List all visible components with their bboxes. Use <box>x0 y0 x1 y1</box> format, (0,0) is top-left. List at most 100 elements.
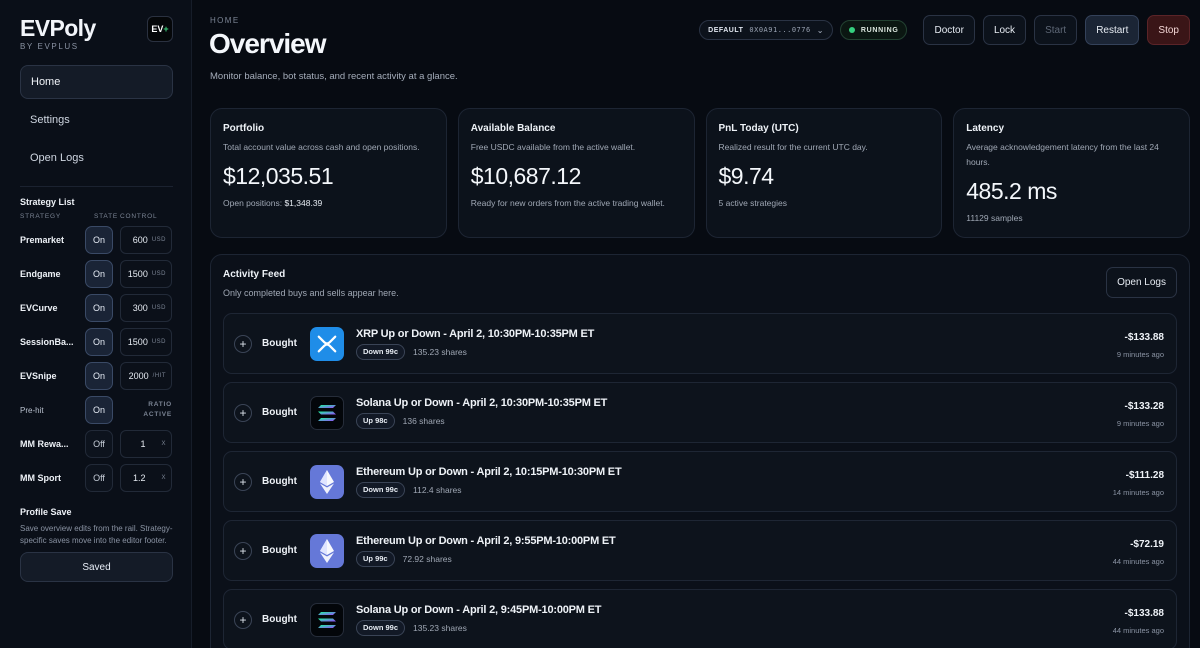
trade-meta: Down 99c 112.4 shares <box>356 481 621 498</box>
brand: EVPoly BY EVPLUS EV + <box>20 14 173 58</box>
trade-amount: -$72.19 <box>1130 539 1164 550</box>
col-strategy: STRATEGY <box>20 213 61 220</box>
strategy-toggle[interactable]: Off <box>85 464 113 492</box>
lock-button[interactable]: Lock <box>982 15 1027 45</box>
strategy-amount-input[interactable]: 1500 USD <box>120 328 172 356</box>
strategy-toggle[interactable]: On <box>85 362 113 390</box>
feed-subtitle: Only completed buys and sells appear her… <box>223 288 399 298</box>
trade-time: 44 minutes ago <box>1112 626 1164 635</box>
expand-plus-icon[interactable]: + <box>234 403 252 422</box>
ratio-active-label: RATIO ACTIVE <box>143 401 172 418</box>
strategy-toggle[interactable]: On <box>85 260 113 288</box>
strategy-toggle[interactable]: On <box>85 294 113 322</box>
doctor-button[interactable]: Doctor <box>923 15 975 45</box>
trade-action: Bought <box>262 407 297 418</box>
nav-item-open-logs[interactable]: Open Logs <box>20 141 173 175</box>
restart-button[interactable]: Restart <box>1085 15 1140 45</box>
card-description: Realized result for the current UTC day. <box>718 142 868 152</box>
strategy-toggle[interactable]: Off <box>85 430 113 458</box>
strategy-multiplier-input[interactable]: 1X <box>120 430 172 458</box>
trade-time: 9 minutes ago <box>1116 419 1164 428</box>
strategy-amount-input[interactable]: 300 USD <box>120 294 172 322</box>
nav-item-settings[interactable]: Settings <box>20 103 173 137</box>
strategy-amount-value: 600 <box>132 235 148 245</box>
nav-item-home[interactable]: Home <box>20 65 173 99</box>
brand-logo: EV + <box>147 16 173 42</box>
strategy-row-evcurve: EVCurve On 300 USD <box>20 291 173 325</box>
strategy-name: MM Sport <box>20 473 61 483</box>
trade-meta: Up 99c 72.92 shares <box>356 550 616 567</box>
feed-item[interactable]: + Bought Solana Up or Down - April 2, 10… <box>223 382 1177 443</box>
strategy-row-sessionbalance: SessionBa... On 1500 USD <box>20 325 173 359</box>
card-description: Total account value across cash and open… <box>223 142 420 152</box>
card-title: Available Balance <box>470 123 556 134</box>
trade-info: Solana Up or Down - April 2, 9:45PM-10:0… <box>356 604 601 636</box>
shares-count: 112.4 shares <box>413 484 462 495</box>
brand-subtitle: BY EVPLUS <box>20 42 79 51</box>
expand-plus-icon[interactable]: + <box>234 541 252 560</box>
profile-selector[interactable]: DEFAULT 0X0A91...0776 ⌄ <box>699 20 833 40</box>
stop-button[interactable]: Stop <box>1147 15 1190 45</box>
expand-plus-icon[interactable]: + <box>234 610 252 629</box>
strategy-row-endgame: Endgame On 1500 USD <box>20 257 173 291</box>
open-logs-button[interactable]: Open Logs <box>1106 267 1177 298</box>
strategy-multiplier-value: 1.2 <box>132 473 146 483</box>
expand-plus-icon[interactable]: + <box>234 472 252 491</box>
brand-logo-text: EV <box>151 24 164 34</box>
trade-meta: Up 98c 136 shares <box>356 412 607 429</box>
strategy-amount-unit: /HIT <box>152 373 166 379</box>
status-text: RUNNING <box>860 26 899 34</box>
market-title: Ethereum Up or Down - April 2, 10:15PM-1… <box>356 465 622 478</box>
balance-value: $10,687.12 <box>470 163 582 189</box>
side-badge: Down 99c <box>356 481 406 498</box>
side-badge: Up 99c <box>356 550 395 567</box>
strategy-amount-input[interactable]: 2000/HIT <box>120 362 172 390</box>
strategy-multiplier-input[interactable]: 1.2 X <box>120 464 172 492</box>
strategy-row-premarket: Premarket On 600 USD <box>20 223 173 257</box>
card-footnote: 11129 samples <box>966 213 1023 223</box>
strategy-name: SessionBa... <box>20 337 74 347</box>
market-title: Solana Up or Down - April 2, 10:30PM-10:… <box>356 396 608 409</box>
strategy-amount-input[interactable]: 600 USD <box>120 226 172 254</box>
start-button[interactable]: Start <box>1034 15 1078 45</box>
summary-cards: Portfolio Total account value across cas… <box>210 108 1190 238</box>
col-state: STATE <box>94 213 118 220</box>
breadcrumb: HOME <box>210 16 240 25</box>
strategy-amount-value: 1500 <box>127 337 148 347</box>
solana-icon <box>310 602 344 637</box>
feed-item[interactable]: + Bought Solana Up or Down - April 2, 9:… <box>223 589 1177 648</box>
available-balance-card: Available Balance Free USDC available fr… <box>457 108 695 238</box>
saved-button[interactable]: Saved <box>20 552 173 582</box>
feed-title: Activity Feed <box>223 269 286 280</box>
activity-feed: Activity Feed Only completed buys and se… <box>210 254 1190 648</box>
feed-item[interactable]: + Bought Ethereum Up or Down - April 2, … <box>223 451 1177 512</box>
strategy-toggle[interactable]: On <box>85 328 113 356</box>
profile-save-description: Save overview edits from the rail. Strat… <box>20 524 173 545</box>
feed-item[interactable]: + Bought Ethereum Up or Down - April 2, … <box>223 520 1177 581</box>
strategy-amount-unit: USD <box>151 237 166 243</box>
trade-info: Ethereum Up or Down - April 2, 9:55PM-10… <box>356 535 616 567</box>
strategy-amount-input[interactable]: 1500 USD <box>120 260 172 288</box>
card-footnote: 5 active strategies <box>718 198 788 208</box>
strategy-name: Endgame <box>20 269 61 279</box>
strategy-amount-unit: USD <box>151 305 166 311</box>
trade-amount: -$133.28 <box>1124 401 1164 412</box>
strategy-row-evsnipe: EVSnipe On 2000/HIT <box>20 359 173 393</box>
strategy-name: MM Rewa... <box>20 439 69 449</box>
pnl-value: $9.74 <box>718 163 775 189</box>
open-positions-label: Open positions: <box>223 198 283 208</box>
feed-item[interactable]: + Bought XRP Up or Down - April 2, 10:30… <box>223 313 1177 374</box>
strategy-multiplier-unit: X <box>161 475 166 481</box>
sidebar-divider <box>20 186 173 187</box>
strategy-row-mm-rewards: MM Rewa... Off 1X <box>20 427 173 461</box>
pnl-card: PnL Today (UTC) Realized result for the … <box>705 108 943 238</box>
toolbar: DEFAULT 0X0A91...0776 ⌄ RUNNING Doctor L… <box>699 15 1190 45</box>
latency-card: Latency Average acknowledgement latency … <box>953 108 1190 238</box>
expand-plus-icon[interactable]: + <box>234 334 252 353</box>
trade-meta: Down 99c 135.23 shares <box>356 619 601 636</box>
strategy-toggle[interactable]: On <box>85 396 113 424</box>
chevron-down-icon: ⌄ <box>816 25 824 35</box>
strategy-toggle[interactable]: On <box>85 226 113 254</box>
card-footnote: Ready for new orders from the active tra… <box>470 198 665 208</box>
xrp-icon <box>310 326 344 361</box>
